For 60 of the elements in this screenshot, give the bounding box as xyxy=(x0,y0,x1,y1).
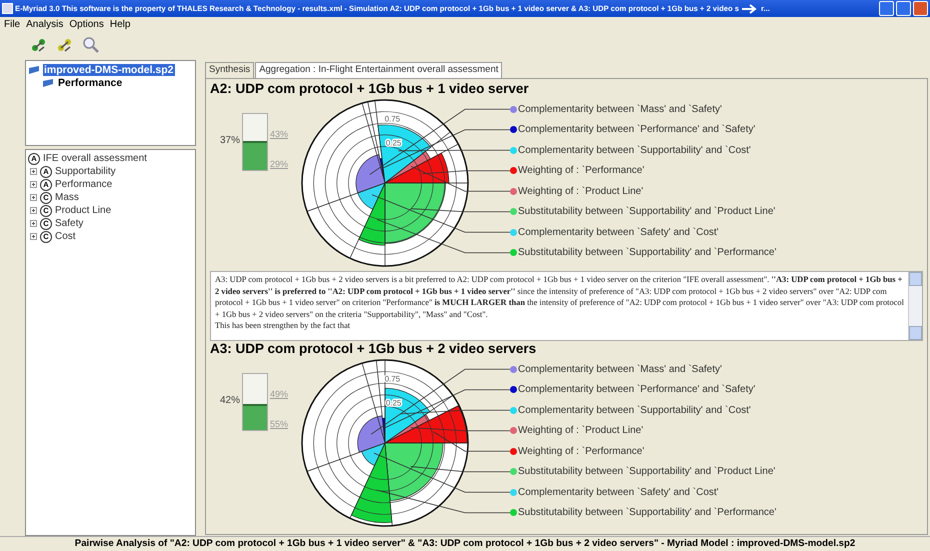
model-icon xyxy=(28,64,40,74)
section-heading: A3: UDP com protocol + 1Gb bus + 2 video servers xyxy=(210,341,538,357)
explanation-text: A3: UDP com protocol + 1Gb bus + 2 video servers is a bit preferred to A2: UDP com protocol + 1Gb bus + 1 video server on the criterion "IFE overall assessment". ''A3: UDP com protocol + 1Gb bus + 2 video servers'' is preferred to ''A2: UDP com protocol + 1Gb bus + 1 video server'' since the intensity of preference of "A3: UDP com protocol + 1Gb bus + 2 video servers" over "A2: UDP com protocol + 1Gb bus + 1 video server" on criterion "Performance" is MUCH LARGER than the intensity of preference of "A2: UDP com protocol + 1Gb bus + 1 video server" over "A3: UDP com protocol + 1Gb bus + 2 video servers" on the criteria "Supportability", "Mass" and "Cost". xyxy=(215,274,904,320)
tree-item[interactable]: Performance xyxy=(55,179,112,190)
search-icon[interactable] xyxy=(82,36,100,54)
legend-label: Complementarity between `Mass' and `Safety' xyxy=(518,364,722,375)
tab[interactable]: Aggregation : In-Flight Entertainment overall assessment xyxy=(255,62,502,78)
legend-label: Complementarity between `Safety' and `Cost' xyxy=(518,486,719,498)
scrollbar[interactable] xyxy=(908,272,922,340)
axis-tick-label: 0.25 xyxy=(386,398,402,408)
legend-label: Complementarity between `Performance' and `Safety' xyxy=(518,384,756,396)
maximize-button[interactable] xyxy=(896,1,911,16)
gauge-lower-label: 29% xyxy=(270,159,288,169)
model-icon xyxy=(42,78,54,88)
legend-label: Complementarity between `Performance' and `Safety' xyxy=(518,124,756,136)
gauge-value: 42% xyxy=(218,395,240,406)
tree-item[interactable]: Supportability xyxy=(55,166,116,177)
tree-item[interactable]: Mass xyxy=(55,192,79,203)
expand-icon[interactable] xyxy=(30,181,37,188)
tree-item[interactable]: Product Line xyxy=(55,205,112,216)
explanation-text: This has been strengthen by the fact that xyxy=(215,320,352,332)
tab[interactable]: Synthesis xyxy=(205,62,254,78)
axis-tick-label: 0.75 xyxy=(384,114,400,124)
menu-item[interactable]: Options xyxy=(69,18,104,30)
legend-label: Weighting of : `Product Line' xyxy=(518,186,644,197)
tree-item[interactable]: Performance xyxy=(57,76,124,88)
expand-icon[interactable] xyxy=(30,207,37,214)
legend-label: Substitutability between `Supportability' and `Performance' xyxy=(518,507,776,518)
legend-label: Substitutability between `Supportability' and `Product Line' xyxy=(518,466,776,478)
legend-label: Complementarity between `Supportability' and `Cost' xyxy=(518,404,751,416)
expand-icon[interactable] xyxy=(30,233,37,240)
legend-label: Weighting of : `Product Line' xyxy=(518,425,644,436)
section-heading: A2: UDP com protocol + 1Gb bus + 1 video server xyxy=(210,81,530,97)
tree-item[interactable]: improved-DMS-model.sp2 xyxy=(43,64,175,76)
tree-item[interactable]: Safety xyxy=(55,218,84,229)
close-button[interactable] xyxy=(913,1,928,16)
minimize-button[interactable] xyxy=(879,1,894,16)
tree-item[interactable]: IFE overall assessment xyxy=(43,153,147,164)
menu-item[interactable]: File xyxy=(4,18,20,30)
axis-tick-label: 0.25 xyxy=(386,138,402,148)
gauge-upper-label: 43% xyxy=(270,129,288,139)
expand-icon[interactable] xyxy=(30,220,37,227)
gauge-lower-label: 55% xyxy=(270,419,288,429)
expand-icon[interactable] xyxy=(30,168,37,175)
legend-label: Complementarity between `Safety' and `Cost' xyxy=(518,226,719,238)
legend-label: Substitutability between `Supportability' and `Performance' xyxy=(518,247,776,258)
legend-label: Complementarity between `Mass' and `Safety' xyxy=(518,104,722,115)
menu-item[interactable]: Help xyxy=(110,18,130,30)
arrow-icon[interactable] xyxy=(740,2,759,14)
app-icon xyxy=(2,3,13,14)
status-bar: Pairwise Analysis of "A2: UDP com protocol + 1Gb bus + 1 video server" & "A3: UDP com protocol + 1Gb bus + 2 video servers" - Myriad Model : improved-DMS-model.sp2 xyxy=(0,536,930,551)
legend-label: Substitutability between `Supportability' and `Product Line' xyxy=(518,206,776,218)
legend-label: Complementarity between `Supportability' and `Cost' xyxy=(518,144,751,156)
gauge-upper-label: 49% xyxy=(270,389,288,399)
tree-item[interactable]: Cost xyxy=(55,231,76,242)
legend-label: Weighting of : `Performance' xyxy=(518,446,644,457)
expand-icon[interactable] xyxy=(30,194,37,201)
legend-label: Weighting of : `Performance' xyxy=(518,165,644,176)
menu-item[interactable]: Analysis xyxy=(26,18,64,30)
gauge-value: 37% xyxy=(218,135,240,146)
